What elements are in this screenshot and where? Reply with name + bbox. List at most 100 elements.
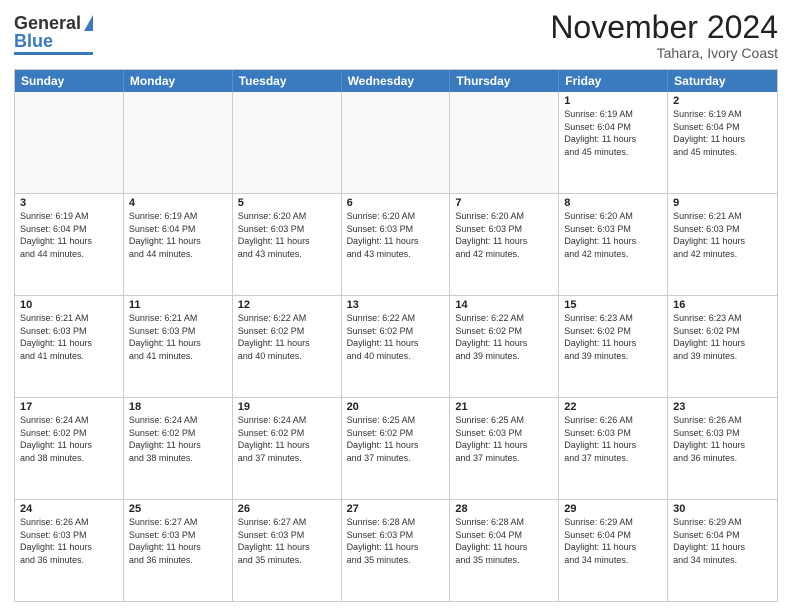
calendar: SundayMondayTuesdayWednesdayThursdayFrid… <box>14 69 778 602</box>
logo-underline <box>14 52 93 55</box>
day-cell-1: 1Sunrise: 6:19 AMSunset: 6:04 PMDaylight… <box>559 92 668 193</box>
cell-info: Sunrise: 6:26 AMSunset: 6:03 PMDaylight:… <box>20 516 118 566</box>
cell-info: Sunrise: 6:19 AMSunset: 6:04 PMDaylight:… <box>564 108 662 158</box>
day-cell-11: 11Sunrise: 6:21 AMSunset: 6:03 PMDayligh… <box>124 296 233 397</box>
cell-info: Sunrise: 6:29 AMSunset: 6:04 PMDaylight:… <box>673 516 772 566</box>
location: Tahara, Ivory Coast <box>550 45 778 61</box>
day-number: 20 <box>347 401 445 413</box>
empty-cell <box>233 92 342 193</box>
empty-cell <box>450 92 559 193</box>
calendar-header: SundayMondayTuesdayWednesdayThursdayFrid… <box>15 70 777 92</box>
logo-blue: Blue <box>14 32 53 50</box>
day-cell-4: 4Sunrise: 6:19 AMSunset: 6:04 PMDaylight… <box>124 194 233 295</box>
day-cell-24: 24Sunrise: 6:26 AMSunset: 6:03 PMDayligh… <box>15 500 124 601</box>
day-cell-10: 10Sunrise: 6:21 AMSunset: 6:03 PMDayligh… <box>15 296 124 397</box>
cell-info: Sunrise: 6:25 AMSunset: 6:02 PMDaylight:… <box>347 414 445 464</box>
day-number: 26 <box>238 503 336 515</box>
cell-info: Sunrise: 6:27 AMSunset: 6:03 PMDaylight:… <box>129 516 227 566</box>
calendar-row-3: 10Sunrise: 6:21 AMSunset: 6:03 PMDayligh… <box>15 296 777 398</box>
day-number: 7 <box>455 197 553 209</box>
day-cell-8: 8Sunrise: 6:20 AMSunset: 6:03 PMDaylight… <box>559 194 668 295</box>
day-cell-28: 28Sunrise: 6:28 AMSunset: 6:04 PMDayligh… <box>450 500 559 601</box>
empty-cell <box>15 92 124 193</box>
calendar-body: 1Sunrise: 6:19 AMSunset: 6:04 PMDaylight… <box>15 92 777 601</box>
calendar-row-5: 24Sunrise: 6:26 AMSunset: 6:03 PMDayligh… <box>15 500 777 601</box>
day-number: 18 <box>129 401 227 413</box>
day-cell-18: 18Sunrise: 6:24 AMSunset: 6:02 PMDayligh… <box>124 398 233 499</box>
cell-info: Sunrise: 6:28 AMSunset: 6:03 PMDaylight:… <box>347 516 445 566</box>
cell-info: Sunrise: 6:20 AMSunset: 6:03 PMDaylight:… <box>238 210 336 260</box>
cell-info: Sunrise: 6:25 AMSunset: 6:03 PMDaylight:… <box>455 414 553 464</box>
day-number: 8 <box>564 197 662 209</box>
header: General Blue November 2024 Tahara, Ivory… <box>14 10 778 61</box>
cell-info: Sunrise: 6:19 AMSunset: 6:04 PMDaylight:… <box>129 210 227 260</box>
day-number: 30 <box>673 503 772 515</box>
logo-general: General <box>14 14 81 32</box>
month-title: November 2024 <box>550 10 778 45</box>
day-number: 11 <box>129 299 227 311</box>
day-cell-7: 7Sunrise: 6:20 AMSunset: 6:03 PMDaylight… <box>450 194 559 295</box>
cell-info: Sunrise: 6:23 AMSunset: 6:02 PMDaylight:… <box>673 312 772 362</box>
weekday-header-monday: Monday <box>124 70 233 92</box>
cell-info: Sunrise: 6:22 AMSunset: 6:02 PMDaylight:… <box>347 312 445 362</box>
cell-info: Sunrise: 6:20 AMSunset: 6:03 PMDaylight:… <box>455 210 553 260</box>
title-area: November 2024 Tahara, Ivory Coast <box>550 10 778 61</box>
day-number: 2 <box>673 95 772 107</box>
calendar-row-2: 3Sunrise: 6:19 AMSunset: 6:04 PMDaylight… <box>15 194 777 296</box>
cell-info: Sunrise: 6:24 AMSunset: 6:02 PMDaylight:… <box>238 414 336 464</box>
day-cell-20: 20Sunrise: 6:25 AMSunset: 6:02 PMDayligh… <box>342 398 451 499</box>
cell-info: Sunrise: 6:19 AMSunset: 6:04 PMDaylight:… <box>673 108 772 158</box>
day-number: 25 <box>129 503 227 515</box>
calendar-row-1: 1Sunrise: 6:19 AMSunset: 6:04 PMDaylight… <box>15 92 777 194</box>
cell-info: Sunrise: 6:24 AMSunset: 6:02 PMDaylight:… <box>129 414 227 464</box>
day-cell-30: 30Sunrise: 6:29 AMSunset: 6:04 PMDayligh… <box>668 500 777 601</box>
day-number: 3 <box>20 197 118 209</box>
day-number: 17 <box>20 401 118 413</box>
day-cell-27: 27Sunrise: 6:28 AMSunset: 6:03 PMDayligh… <box>342 500 451 601</box>
day-number: 1 <box>564 95 662 107</box>
cell-info: Sunrise: 6:29 AMSunset: 6:04 PMDaylight:… <box>564 516 662 566</box>
cell-info: Sunrise: 6:20 AMSunset: 6:03 PMDaylight:… <box>347 210 445 260</box>
cell-info: Sunrise: 6:21 AMSunset: 6:03 PMDaylight:… <box>673 210 772 260</box>
day-cell-12: 12Sunrise: 6:22 AMSunset: 6:02 PMDayligh… <box>233 296 342 397</box>
calendar-row-4: 17Sunrise: 6:24 AMSunset: 6:02 PMDayligh… <box>15 398 777 500</box>
cell-info: Sunrise: 6:21 AMSunset: 6:03 PMDaylight:… <box>20 312 118 362</box>
day-cell-9: 9Sunrise: 6:21 AMSunset: 6:03 PMDaylight… <box>668 194 777 295</box>
day-cell-13: 13Sunrise: 6:22 AMSunset: 6:02 PMDayligh… <box>342 296 451 397</box>
day-number: 21 <box>455 401 553 413</box>
day-cell-14: 14Sunrise: 6:22 AMSunset: 6:02 PMDayligh… <box>450 296 559 397</box>
cell-info: Sunrise: 6:22 AMSunset: 6:02 PMDaylight:… <box>455 312 553 362</box>
weekday-header-wednesday: Wednesday <box>342 70 451 92</box>
day-cell-5: 5Sunrise: 6:20 AMSunset: 6:03 PMDaylight… <box>233 194 342 295</box>
day-number: 22 <box>564 401 662 413</box>
cell-info: Sunrise: 6:19 AMSunset: 6:04 PMDaylight:… <box>20 210 118 260</box>
day-number: 12 <box>238 299 336 311</box>
day-cell-15: 15Sunrise: 6:23 AMSunset: 6:02 PMDayligh… <box>559 296 668 397</box>
cell-info: Sunrise: 6:26 AMSunset: 6:03 PMDaylight:… <box>564 414 662 464</box>
day-number: 15 <box>564 299 662 311</box>
cell-info: Sunrise: 6:23 AMSunset: 6:02 PMDaylight:… <box>564 312 662 362</box>
day-number: 14 <box>455 299 553 311</box>
logo: General Blue <box>14 10 93 55</box>
day-cell-3: 3Sunrise: 6:19 AMSunset: 6:04 PMDaylight… <box>15 194 124 295</box>
day-number: 4 <box>129 197 227 209</box>
cell-info: Sunrise: 6:22 AMSunset: 6:02 PMDaylight:… <box>238 312 336 362</box>
day-cell-6: 6Sunrise: 6:20 AMSunset: 6:03 PMDaylight… <box>342 194 451 295</box>
day-number: 10 <box>20 299 118 311</box>
day-cell-17: 17Sunrise: 6:24 AMSunset: 6:02 PMDayligh… <box>15 398 124 499</box>
cell-info: Sunrise: 6:28 AMSunset: 6:04 PMDaylight:… <box>455 516 553 566</box>
day-cell-21: 21Sunrise: 6:25 AMSunset: 6:03 PMDayligh… <box>450 398 559 499</box>
day-cell-2: 2Sunrise: 6:19 AMSunset: 6:04 PMDaylight… <box>668 92 777 193</box>
page: General Blue November 2024 Tahara, Ivory… <box>0 0 792 612</box>
day-number: 5 <box>238 197 336 209</box>
day-number: 16 <box>673 299 772 311</box>
day-number: 24 <box>20 503 118 515</box>
cell-info: Sunrise: 6:24 AMSunset: 6:02 PMDaylight:… <box>20 414 118 464</box>
day-number: 13 <box>347 299 445 311</box>
empty-cell <box>124 92 233 193</box>
weekday-header-sunday: Sunday <box>15 70 124 92</box>
weekday-header-saturday: Saturday <box>668 70 777 92</box>
day-cell-22: 22Sunrise: 6:26 AMSunset: 6:03 PMDayligh… <box>559 398 668 499</box>
day-number: 28 <box>455 503 553 515</box>
weekday-header-thursday: Thursday <box>450 70 559 92</box>
